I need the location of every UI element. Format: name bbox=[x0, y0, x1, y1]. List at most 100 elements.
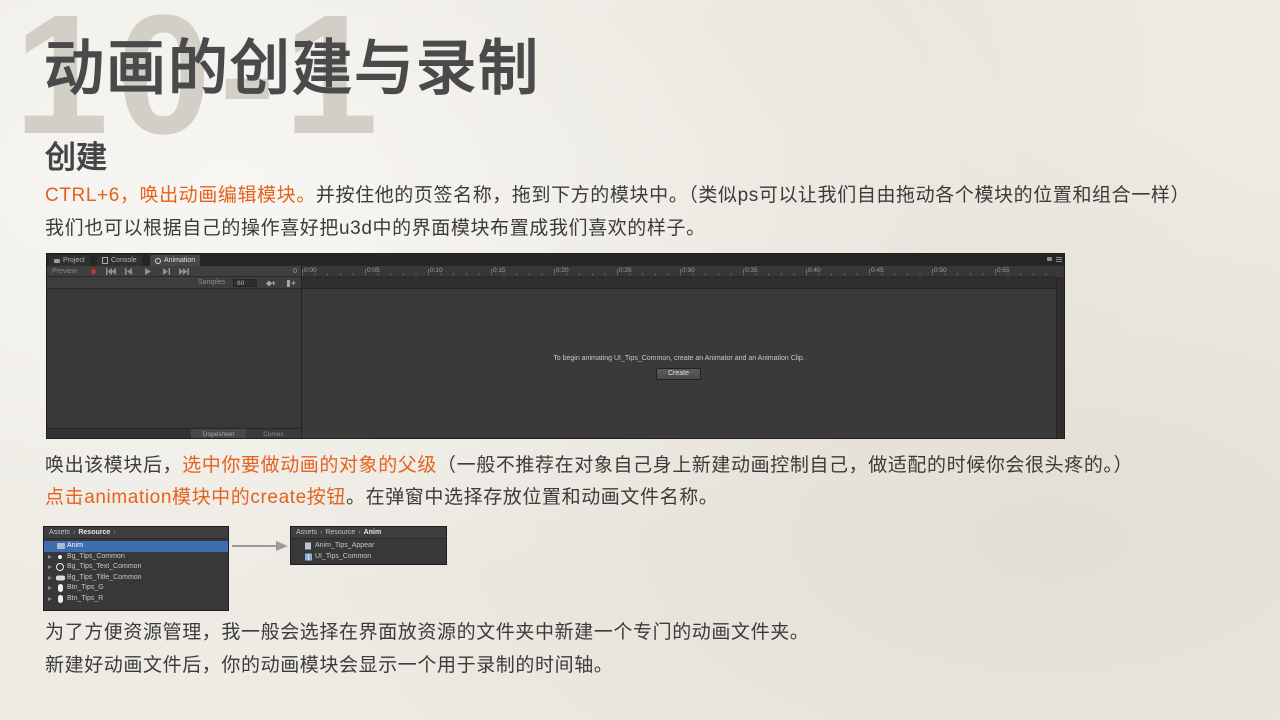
tab-console[interactable]: Console bbox=[97, 255, 142, 266]
highlight-text: 点击animation模块中的create按钮 bbox=[45, 487, 346, 508]
add-keyframe-icon bbox=[265, 280, 275, 286]
item-label: UI_Tips_Common bbox=[315, 552, 372, 560]
list-item[interactable]: Bg_Tips_Common bbox=[44, 552, 228, 563]
first-key-button[interactable] bbox=[103, 267, 118, 276]
list-item[interactable]: Anim_Tips_Appear bbox=[291, 541, 446, 552]
body-text: 并按住他的页签名称，拖到下方的模块中。（类似ps可以让我们自由拖动各个模块的位置… bbox=[315, 185, 1191, 206]
skip-start-icon bbox=[105, 268, 116, 275]
lock-icon[interactable] bbox=[1047, 257, 1052, 261]
tab-project[interactable]: Project bbox=[49, 255, 90, 266]
next-key-button[interactable] bbox=[158, 267, 173, 276]
breadcrumb: Assets Resource bbox=[44, 527, 228, 539]
breadcrumb-item[interactable]: Resource bbox=[78, 529, 110, 536]
ruler-tick-label: 0:35 bbox=[745, 267, 758, 274]
item-label: Bg_Tips_Title_Common bbox=[67, 573, 142, 581]
create-button[interactable]: Create bbox=[656, 368, 701, 380]
ruler-tick-label: 0:45 bbox=[871, 267, 884, 274]
ruler-tick-label: 0:10 bbox=[430, 267, 443, 274]
timeline-area[interactable] bbox=[302, 289, 1056, 438]
arrow-right-icon bbox=[232, 541, 288, 551]
preview-toggle[interactable]: Preview bbox=[52, 266, 77, 277]
ruler-tick-label: 0:00 bbox=[304, 267, 317, 274]
skip-end-icon bbox=[178, 268, 189, 275]
section-heading: 创建 bbox=[45, 140, 107, 175]
panel-divider[interactable] bbox=[301, 266, 302, 438]
breadcrumb-item[interactable]: Assets bbox=[49, 529, 70, 536]
tab-animation[interactable]: Animation bbox=[150, 255, 201, 266]
item-label: Anim_Tips_Appear bbox=[315, 542, 375, 549]
sprite-ring-icon bbox=[56, 563, 64, 572]
breadcrumb: Assets Resource Anim bbox=[291, 527, 446, 539]
empty-state-message: To begin animating UI_Tips_Common, creat… bbox=[553, 355, 805, 362]
vertical-scrollbar[interactable] bbox=[1056, 277, 1064, 438]
record-button[interactable] bbox=[86, 267, 101, 276]
folder-icon bbox=[57, 543, 65, 550]
instruction-line-5: 为了方便资源管理，我一般会选择在界面放资源的文件夹中新建一个专门的动画文件夹。 bbox=[45, 622, 810, 643]
body-text: 唤出该模块后， bbox=[45, 455, 183, 476]
last-key-button[interactable] bbox=[176, 267, 191, 276]
property-list[interactable] bbox=[47, 289, 301, 428]
ruler-tick-label: 0:05 bbox=[367, 267, 380, 274]
animator-controller-icon bbox=[305, 553, 312, 561]
play-button[interactable] bbox=[139, 267, 154, 276]
list-item[interactable]: Btn_Tips_G bbox=[44, 583, 228, 594]
chevron-right-icon bbox=[355, 529, 363, 536]
body-text: 。在弹窗中选择存放位置和动画文件名称。 bbox=[346, 487, 719, 508]
ruler-tick-label: 0:20 bbox=[556, 267, 569, 274]
prev-key-button[interactable] bbox=[121, 267, 136, 276]
ruler-tick-label: 0:25 bbox=[619, 267, 632, 274]
animation-icon bbox=[155, 257, 161, 264]
ruler-tick-label: 0:55 bbox=[997, 267, 1010, 274]
instruction-line-3: 唤出该模块后，选中你要做动画的对象的父级（一般不推荐在对象自己身上新建动画控制自… bbox=[45, 453, 1133, 479]
tab-dopesheet[interactable]: Dopesheet bbox=[191, 429, 246, 438]
body-text: （一般不推荐在对象自己身上新建动画控制自己，做适配的时候你会很头疼的。） bbox=[437, 455, 1134, 476]
tab-label: Console bbox=[111, 257, 137, 264]
step-back-icon bbox=[124, 268, 132, 275]
instruction-line-4: 点击animation模块中的create按钮。在弹窗中选择存放位置和动画文件名… bbox=[45, 485, 718, 511]
event-strip[interactable] bbox=[302, 277, 1056, 289]
list-item[interactable]: Btn_Tips_R bbox=[44, 594, 228, 605]
timeline-ruler[interactable]: 0:00 0:05 0:10 0:15 0:20 0:25 0:30 0:35 0:40 0:45… bbox=[302, 266, 1056, 277]
expand-arrow-icon[interactable] bbox=[48, 586, 52, 590]
item-label: Anim bbox=[67, 542, 83, 549]
ruler-tick-label: 0:15 bbox=[493, 267, 506, 274]
instruction-line-1: CTRL+6，唤出动画编辑模块。并按住他的页签名称，拖到下方的模块中。（类似ps… bbox=[45, 183, 1190, 209]
item-label: Bg_Tips_Common bbox=[67, 552, 125, 560]
expand-arrow-icon[interactable] bbox=[48, 596, 52, 601]
expand-arrow-icon[interactable] bbox=[48, 565, 52, 569]
highlight-text: CTRL+6，唤出动画编辑模块。 bbox=[45, 185, 316, 206]
tab-curves[interactable]: Curves bbox=[246, 429, 301, 438]
add-event-button[interactable] bbox=[283, 279, 298, 287]
item-label: Btn_Tips_R bbox=[67, 594, 104, 602]
ruler-tick-label: 0:30 bbox=[682, 267, 695, 274]
project-panel-after: Assets Resource Anim Anim_Tips_Appear UI_T… bbox=[290, 526, 447, 565]
item-label: Bg_Tips_Text_Common bbox=[67, 563, 142, 570]
page-title: 动画的创建与录制 bbox=[44, 35, 540, 102]
breadcrumb-item[interactable]: Resource bbox=[325, 529, 355, 536]
highlight-text: 选中你要做动画的对象的父级 bbox=[182, 455, 438, 476]
ruler-tick-label: 0:50 bbox=[934, 267, 947, 274]
sprite-rounded-rect-icon bbox=[56, 575, 65, 581]
samples-input[interactable]: 60 bbox=[233, 279, 257, 287]
sprite-pill-icon bbox=[58, 584, 63, 593]
breadcrumb-item[interactable]: Anim bbox=[364, 529, 382, 536]
list-item[interactable]: Bg_Tips_Text_Common bbox=[44, 562, 228, 573]
step-forward-icon bbox=[162, 268, 170, 275]
list-item[interactable]: Anim bbox=[44, 541, 228, 552]
breadcrumb-item[interactable]: Assets bbox=[296, 529, 317, 536]
chevron-right-icon bbox=[110, 529, 118, 536]
instruction-line-6: 新建好动画文件后，你的动画模块会显示一个用于录制的时间轴。 bbox=[45, 655, 614, 676]
folder-icon bbox=[54, 258, 60, 263]
add-keyframe-button[interactable] bbox=[263, 279, 278, 287]
menu-icon[interactable] bbox=[1056, 257, 1062, 262]
list-item[interactable]: Bg_Tips_Title_Common bbox=[44, 573, 228, 584]
list-item[interactable]: UI_Tips_Common bbox=[291, 552, 446, 563]
record-icon bbox=[91, 269, 96, 274]
play-icon bbox=[144, 268, 151, 275]
expand-arrow-icon[interactable] bbox=[48, 554, 52, 559]
tab-label: Animation bbox=[164, 257, 196, 264]
frame-field[interactable]: 0 bbox=[269, 267, 297, 276]
sprite-pill-icon bbox=[58, 594, 63, 603]
add-event-icon bbox=[286, 279, 295, 287]
expand-arrow-icon[interactable] bbox=[48, 575, 52, 580]
